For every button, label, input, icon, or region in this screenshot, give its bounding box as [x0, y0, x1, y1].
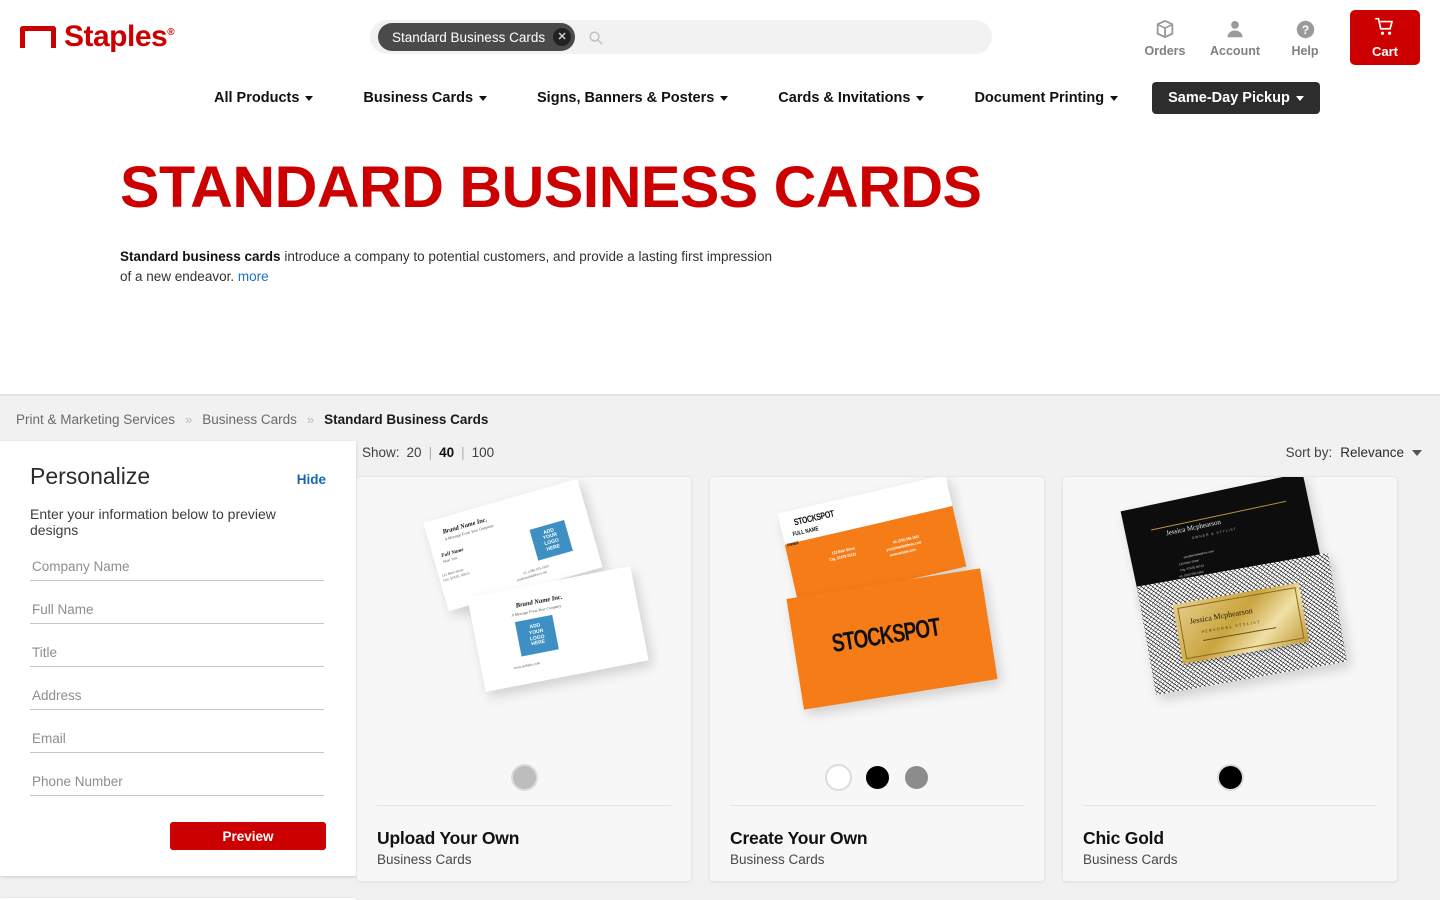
logo-text: Staples® [64, 20, 175, 53]
breadcrumb-separator-icon: » [306, 412, 315, 427]
product-title: Upload Your Own [377, 828, 520, 848]
swatch-black[interactable] [1216, 763, 1244, 791]
search-icon [588, 30, 603, 45]
sort-label: Sort by: [1285, 445, 1333, 460]
title-input[interactable] [30, 645, 324, 667]
show-options: Show: 20 | 40 | 100 [362, 445, 494, 460]
personalize-header: Personalize Hide [30, 463, 326, 490]
staples-staple-icon [20, 26, 56, 48]
page-title: STANDARD BUSINESS CARDS [120, 155, 982, 220]
product-image-create-your-own: STOCKSPOT FULL NAME OWNER 123 Main Stree… [710, 477, 1044, 757]
nav-item-signs-banners-posters[interactable]: Signs, Banners & Posters [523, 83, 742, 113]
swatch-black[interactable] [863, 763, 891, 791]
chevron-down-icon [479, 95, 488, 101]
shopping-cart-icon [1374, 17, 1396, 42]
search-chip-label: Standard Business Cards [392, 29, 546, 45]
question-circle-icon: ? [1296, 18, 1315, 40]
company-name-input[interactable] [30, 559, 324, 581]
account-button[interactable]: Account [1200, 10, 1270, 58]
chevron-down-icon [916, 95, 925, 101]
show-option-40[interactable]: 40 [439, 445, 454, 460]
chevron-down-icon [1295, 95, 1304, 101]
breadcrumb-separator-icon: » [185, 412, 193, 427]
search-input[interactable] [603, 29, 984, 45]
product-subtitle: Business Cards [730, 852, 825, 867]
product-image-chic-gold: Jessica Mcphearson OWNER & STYLIST you@e… [1063, 477, 1397, 757]
content-area: Print & Marketing Services » Business Ca… [0, 396, 1440, 900]
hide-link[interactable]: Hide [297, 472, 326, 487]
color-swatches [357, 757, 691, 797]
breadcrumb-item-print-marketing-services[interactable]: Print & Marketing Services [16, 412, 175, 427]
color-swatches [1063, 757, 1397, 797]
phone-number-input[interactable] [30, 774, 324, 796]
hero-description-bold: Standard business cards [120, 248, 281, 264]
nav-item-document-printing[interactable]: Document Printing [960, 83, 1132, 113]
personalize-panel: Personalize Hide Enter your information … [0, 441, 356, 876]
product-card[interactable]: STOCKSPOT FULL NAME OWNER 123 Main Stree… [709, 476, 1045, 882]
search-bar[interactable]: Standard Business Cards ✕ [370, 20, 992, 54]
results-toolbar: Show: 20 | 40 | 100 Sort by: Relevance [356, 441, 1424, 476]
orders-label: Orders [1144, 44, 1186, 58]
chevron-down-icon [305, 95, 314, 101]
show-divider: | [428, 445, 433, 460]
preview-button[interactable]: Preview [170, 822, 326, 850]
show-option-100[interactable]: 100 [472, 445, 495, 460]
header-actions: Orders Account ? Help Cart [1130, 10, 1420, 65]
logo-placeholder: ADD YOUR LOGO HERE [514, 614, 559, 657]
show-divider: | [461, 445, 465, 460]
nav-item-cards-invitations[interactable]: Cards & Invitations [764, 83, 938, 113]
sort-dropdown[interactable]: Sort by: Relevance [1286, 445, 1422, 460]
product-title: Chic Gold [1083, 828, 1164, 848]
breadcrumb-item-business-cards[interactable]: Business Cards [202, 412, 297, 427]
site-header: Staples® Standard Business Cards ✕ Order… [0, 0, 1440, 74]
chevron-down-icon [720, 95, 729, 101]
package-icon [1154, 18, 1176, 40]
person-icon [1224, 18, 1246, 40]
personalize-title: Personalize [30, 463, 151, 489]
show-option-20[interactable]: 20 [407, 445, 422, 460]
main-navigation: All Products Business Cards Signs, Banne… [0, 74, 1440, 122]
help-label: Help [1291, 44, 1319, 58]
email-input[interactable] [30, 731, 324, 753]
preview-row: Preview [30, 822, 326, 850]
product-card[interactable]: Brand Name Inc. A Message From Your Comp… [356, 476, 692, 882]
orders-button[interactable]: Orders [1130, 10, 1200, 58]
svg-text:?: ? [1301, 22, 1308, 36]
sort-value: Relevance [1340, 445, 1404, 460]
show-label: Show: [362, 445, 400, 460]
breadcrumb: Print & Marketing Services » Business Ca… [0, 396, 1440, 441]
address-input[interactable] [30, 688, 324, 710]
close-circle-icon[interactable]: ✕ [553, 28, 572, 46]
breadcrumb-item-current: Standard Business Cards [324, 412, 489, 427]
chevron-down-icon [1412, 449, 1422, 456]
search-chip[interactable]: Standard Business Cards ✕ [378, 23, 576, 51]
sidebar: Personalize Hide Enter your information … [0, 441, 356, 900]
product-grid-area: Show: 20 | 40 | 100 Sort by: Relevance B… [356, 441, 1440, 900]
product-grid: Brand Name Inc. A Message From Your Comp… [356, 476, 1424, 882]
personalize-subtitle: Enter your information below to preview … [30, 506, 276, 538]
account-label: Account [1210, 44, 1260, 58]
nav-item-business-cards[interactable]: Business Cards [349, 83, 501, 113]
nav-item-all-products[interactable]: All Products [200, 83, 327, 113]
product-image-upload-your-own: Brand Name Inc. A Message From Your Comp… [357, 477, 691, 757]
more-link[interactable]: more [238, 269, 269, 284]
chevron-down-icon [1110, 95, 1119, 101]
product-subtitle: Business Cards [377, 852, 472, 867]
swatch-white[interactable] [824, 763, 852, 791]
help-button[interactable]: ? Help [1270, 10, 1340, 58]
full-name-input[interactable] [30, 602, 324, 624]
product-subtitle: Business Cards [1083, 852, 1178, 867]
color-swatches [710, 757, 1044, 797]
swatch-gray[interactable] [902, 763, 930, 791]
swatch-gray[interactable] [510, 763, 538, 791]
product-title: Create Your Own [730, 828, 868, 848]
staples-logo[interactable]: Staples® [20, 22, 320, 52]
cart-button[interactable]: Cart [1350, 10, 1420, 65]
hero-description: Standard business cards introduce a comp… [120, 247, 780, 288]
cart-label: Cart [1371, 43, 1398, 59]
nav-item-same-day-pickup[interactable]: Same-Day Pickup [1152, 82, 1320, 114]
product-card[interactable]: Jessica Mcphearson OWNER & STYLIST you@e… [1062, 476, 1398, 882]
hero-section: STANDARD BUSINESS CARDS Standard busines… [0, 122, 1440, 394]
